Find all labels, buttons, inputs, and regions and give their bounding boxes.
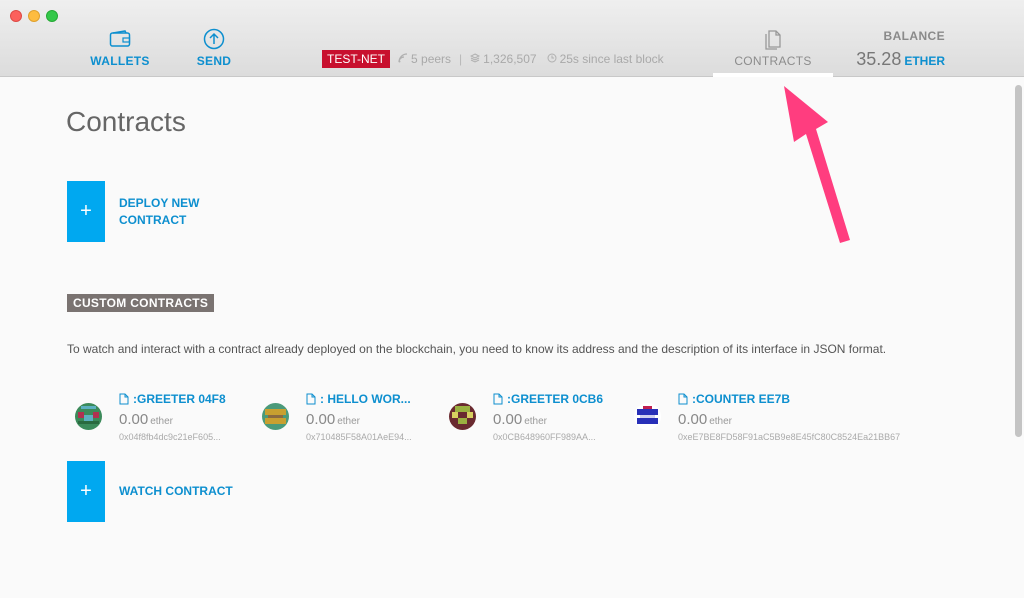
- contract-balance: 0.00: [306, 411, 336, 428]
- contract-balance-unit: ether: [709, 416, 732, 427]
- contract-name: :GREETER 0CB6: [507, 392, 604, 406]
- contract-name: : HELLO WOR...: [320, 392, 411, 406]
- time-since-block: 25s since last block: [559, 52, 664, 66]
- contract-balance-unit: ether: [337, 416, 360, 427]
- contract-item[interactable]: :GREETER 0CB6 0.00 ether 0x0CB648960FF989…: [449, 391, 619, 451]
- contract-address: 0x0CB648960FF989AA...: [493, 432, 596, 442]
- divider: |: [459, 52, 463, 66]
- contract-item[interactable]: :GREETER 04F8 0.00 ether 0x04f8fb4dc9c21e…: [75, 391, 245, 451]
- plus-icon: +: [67, 461, 105, 522]
- contract-identicon: [634, 403, 661, 430]
- watch-contract-label: WATCH CONTRACT: [119, 484, 233, 498]
- app-window: WALLETS SEND TEST-NET 5 peers | 1,326,50…: [0, 0, 1024, 598]
- balance-value: 35.28: [856, 49, 902, 69]
- nav-contracts[interactable]: CONTRACTS: [713, 0, 833, 77]
- deploy-new-contract-button[interactable]: + DEPLOY NEW CONTRACT: [67, 181, 199, 242]
- balance-unit: ETHER: [904, 54, 945, 68]
- nav-wallets[interactable]: WALLETS: [90, 28, 150, 68]
- contract-balance-unit: ether: [150, 416, 173, 427]
- balance-label: BALANCE: [883, 29, 945, 43]
- contract-balance: 0.00: [493, 411, 523, 428]
- vertical-scrollbar[interactable]: [1015, 85, 1022, 437]
- file-icon: [678, 393, 688, 405]
- wallet-icon: [109, 28, 131, 50]
- clock-icon: [547, 53, 557, 66]
- deploy-label-line1: DEPLOY NEW: [119, 195, 200, 210]
- contract-identicon: [75, 403, 102, 430]
- file-icon: [306, 393, 316, 405]
- nav-send-label: SEND: [196, 54, 232, 68]
- contracts-document-icon: [762, 28, 784, 50]
- window-controls: [10, 10, 58, 22]
- peers-count: 5 peers: [411, 52, 452, 66]
- custom-contracts-description: To watch and interact with a contract al…: [67, 342, 887, 356]
- contract-name: :COUNTER EE7B: [692, 392, 791, 406]
- contract-address: 0xeE7BE8FD58F91aC5B9e8E45fC80C8524Ea21BB…: [678, 432, 901, 442]
- testnet-badge: TEST-NET: [322, 50, 391, 68]
- contract-item[interactable]: :COUNTER EE7B 0.00 ether 0xeE7BE8FD58F91a…: [634, 391, 934, 451]
- top-bar: WALLETS SEND TEST-NET 5 peers | 1,326,50…: [0, 0, 1024, 77]
- file-icon: [119, 393, 129, 405]
- plus-icon: +: [67, 181, 105, 242]
- nav-wallets-label: WALLETS: [90, 54, 150, 68]
- contract-balance-unit: ether: [524, 416, 547, 427]
- contract-balance: 0.00: [678, 411, 708, 428]
- contracts-list: :GREETER 04F8 0.00 ether 0x04f8fb4dc9c21e…: [75, 391, 1005, 451]
- zoom-window-button[interactable]: [46, 10, 58, 22]
- contract-name: :GREETER 04F8: [133, 392, 226, 406]
- minimize-window-button[interactable]: [28, 10, 40, 22]
- send-arrow-icon: [203, 28, 225, 50]
- balance-display: BALANCE 35.28 ETHER: [856, 29, 945, 70]
- nav-send[interactable]: SEND: [194, 28, 234, 68]
- close-window-button[interactable]: [10, 10, 22, 22]
- contract-identicon: [449, 403, 476, 430]
- page-title: Contracts: [66, 106, 186, 137]
- block-icon: [470, 52, 481, 66]
- watch-contract-button[interactable]: + WATCH CONTRACT: [67, 461, 233, 522]
- annotation-arrow-icon: [784, 86, 850, 243]
- peers-icon: [398, 52, 408, 66]
- contract-balance: 0.00: [119, 411, 149, 428]
- contract-identicon: [262, 403, 289, 430]
- contract-address: 0x04f8fb4dc9c21eF605...: [119, 432, 221, 442]
- network-status: TEST-NET 5 peers | 1,326,507 25s since l…: [322, 50, 664, 68]
- contract-item[interactable]: : HELLO WOR... 0.00 ether 0x710485F58A01A…: [262, 391, 432, 451]
- contract-address: 0x710485F58A01AeE94...: [306, 432, 412, 442]
- file-icon: [493, 393, 503, 405]
- custom-contracts-heading: CUSTOM CONTRACTS: [67, 294, 215, 312]
- deploy-label-line2: CONTRACT: [119, 212, 187, 227]
- block-number: 1,326,507: [483, 52, 537, 66]
- nav-contracts-label: CONTRACTS: [734, 54, 812, 68]
